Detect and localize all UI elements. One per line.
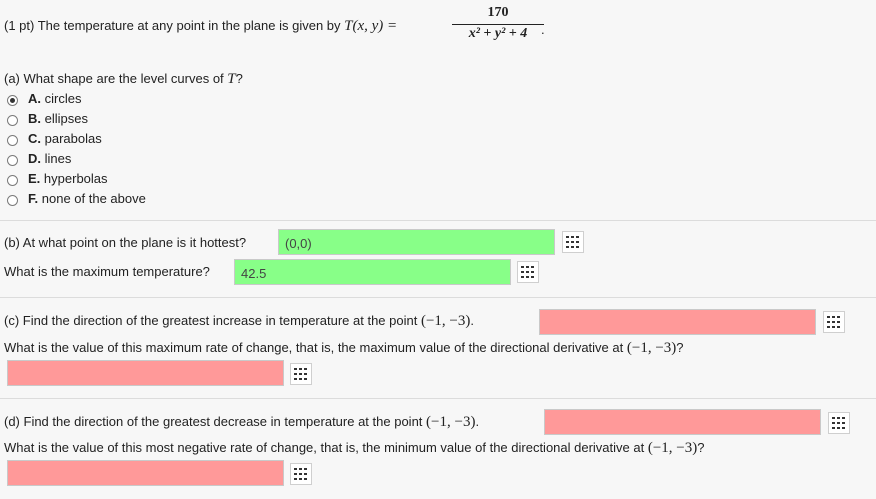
part-c-q1-text: (c) Find the direction of the greatest i… — [4, 313, 418, 328]
increase-direction-input[interactable] — [539, 309, 816, 335]
radio-option-e[interactable] — [7, 175, 18, 186]
option-e-label[interactable]: E. hyperbolas — [28, 171, 108, 186]
option-a-label[interactable]: A. circles — [28, 91, 81, 106]
option-d-letter: D. — [28, 151, 41, 166]
fraction-numerator: 170 — [487, 5, 509, 20]
problem-text: (1 pt) The temperature at any point in t… — [4, 18, 341, 33]
part-a-qmark: ? — [235, 71, 243, 86]
matrix-grid-icon[interactable] — [290, 463, 312, 485]
part-c-q2-text: What is the value of this maximum rate o… — [4, 340, 624, 355]
option-b-label[interactable]: B. ellipses — [28, 111, 88, 126]
fraction-denominator: x² + y² + 4 — [468, 26, 528, 41]
option-b-letter: B. — [28, 111, 41, 126]
part-b-question-2: What is the maximum temperature? — [4, 264, 210, 279]
hottest-point-input[interactable]: (0,0) — [278, 229, 555, 255]
option-c-label[interactable]: C. parabolas — [28, 131, 102, 146]
part-d-question-1: (d) Find the direction of the greatest d… — [4, 414, 479, 431]
option-f-letter: F. — [28, 191, 39, 206]
option-c-letter: C. — [28, 131, 41, 146]
part-c-q1-period: . — [470, 313, 475, 328]
option-e-text: hyperbolas — [43, 171, 108, 186]
part-c-point: (−1, −3) — [420, 313, 471, 329]
option-f-label[interactable]: F. none of the above — [28, 191, 146, 206]
option-d-text: lines — [44, 151, 72, 166]
option-f-text: none of the above — [41, 191, 146, 206]
part-d-q1-text: (d) Find the direction of the greatest d… — [4, 414, 423, 429]
section-divider — [0, 297, 876, 298]
decrease-direction-input[interactable] — [544, 409, 821, 435]
matrix-grid-icon[interactable] — [828, 412, 850, 434]
option-e-letter: E. — [28, 171, 41, 186]
max-temperature-input[interactable]: 42.5 — [234, 259, 511, 285]
part-d-point: (−1, −3) — [426, 414, 476, 430]
radio-option-a[interactable] — [7, 95, 18, 106]
part-c-question-1: (c) Find the direction of the greatest i… — [4, 313, 474, 330]
radio-option-c[interactable] — [7, 135, 18, 146]
temperature-fraction: 170 x² + y² + 4 — [452, 4, 544, 43]
part-c-q2-qmark: ? — [676, 340, 684, 355]
radio-option-d[interactable] — [7, 155, 18, 166]
part-a-var: T — [227, 71, 236, 87]
part-a-question: (a) What shape are the level curves of T… — [4, 71, 243, 88]
part-d-q2-text: What is the value of this most negative … — [4, 440, 645, 455]
part-d-q1-period: . — [475, 414, 480, 429]
radio-option-f[interactable] — [7, 195, 18, 206]
matrix-grid-icon[interactable] — [562, 231, 584, 253]
option-c-text: parabolas — [44, 131, 102, 146]
section-divider — [0, 220, 876, 221]
matrix-grid-icon[interactable] — [517, 261, 539, 283]
option-d-label[interactable]: D. lines — [28, 151, 71, 166]
part-c-question-2: What is the value of this maximum rate o… — [4, 340, 684, 357]
part-b-question-1: (b) At what point on the plane is it hot… — [4, 235, 247, 250]
header-period: . — [541, 22, 545, 37]
option-a-letter: A. — [28, 91, 41, 106]
part-c-q2-point: (−1, −3) — [626, 340, 677, 356]
function-lhs: T(x, y) = — [344, 18, 398, 34]
max-rate-input[interactable] — [7, 360, 284, 386]
option-b-text: ellipses — [44, 111, 88, 126]
min-rate-input[interactable] — [7, 460, 284, 486]
matrix-grid-icon[interactable] — [823, 311, 845, 333]
matrix-grid-icon[interactable] — [290, 363, 312, 385]
part-d-q2-qmark: ? — [697, 440, 705, 455]
part-d-question-2: What is the value of this most negative … — [4, 440, 705, 457]
radio-option-b[interactable] — [7, 115, 18, 126]
section-divider — [0, 398, 876, 399]
part-a-text: (a) What shape are the level curves of — [4, 71, 224, 86]
part-d-q2-point: (−1, −3) — [647, 440, 698, 456]
option-a-text: circles — [44, 91, 82, 106]
problem-statement: (1 pt) The temperature at any point in t… — [4, 18, 397, 35]
